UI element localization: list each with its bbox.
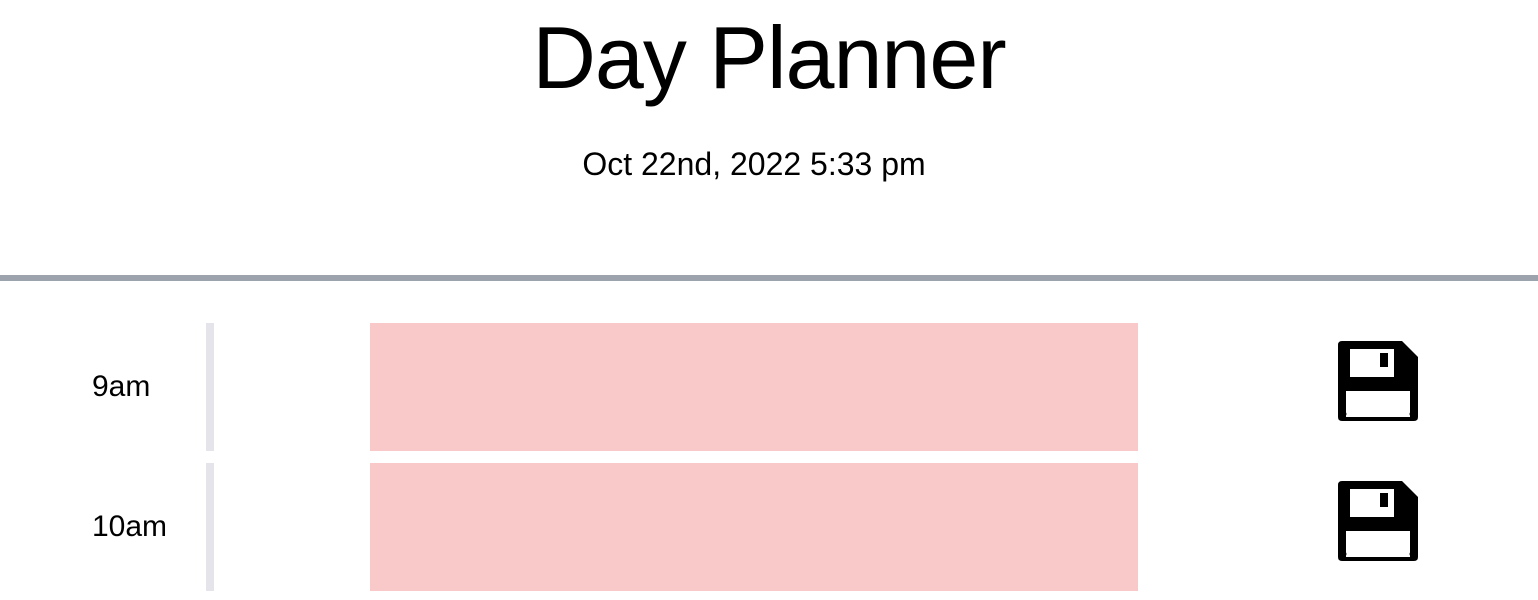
event-description-input[interactable] [370,323,1138,451]
page-header: Day Planner Oct 22nd, 2022 5:33 pm [0,0,1538,276]
page-title: Day Planner [532,8,1006,107]
floppy-disk-icon [1338,481,1418,561]
timeblock-row: 9am [0,323,1538,451]
event-description-input[interactable] [370,463,1138,591]
header-divider [0,275,1538,281]
current-date-time: Oct 22nd, 2022 5:33 pm [582,146,926,182]
save-button[interactable] [1320,471,1436,571]
hour-divider [206,323,214,451]
floppy-disk-icon [1338,341,1418,421]
save-button[interactable] [1320,331,1436,431]
hour-divider [206,463,214,591]
hour-label: 10am [92,510,168,543]
hour-label: 9am [92,370,151,403]
timeblock-row: 10am [0,463,1538,591]
